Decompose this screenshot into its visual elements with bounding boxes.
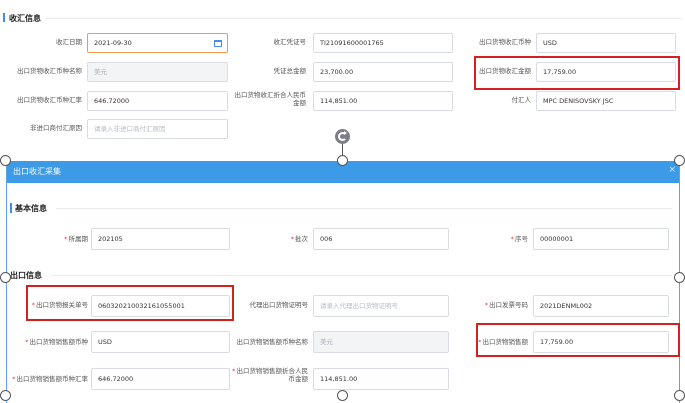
resize-handle-bottom-right[interactable] [674,390,685,401]
close-icon[interactable]: × [668,165,676,175]
sales-currency-name-input: 美元 [313,331,449,353]
export-section-title: 出口信息 [10,271,42,280]
export-receipt-cny-input[interactable]: 114,851.00 [313,91,453,111]
voucher-total-input[interactable]: 23,700.00 [313,62,453,82]
voucher-total-label: 凭证总金额 [273,67,307,75]
sales-rate-label: *出口货物销售额币种汇率 [12,375,88,383]
export-receipt-rate-label: 出口货物收汇币种汇率 [17,96,82,104]
export-receipt-currency-name-input: 美元 [87,62,228,82]
basic-section-title: 基本信息 [15,204,47,213]
export-receipt-cny-label: 出口货物收汇折合人民币金额 [234,91,307,107]
sales-cny-input[interactable]: 114,851.00 [313,368,449,390]
highlight-box-sales-amount [476,323,680,357]
dialog-title: 出口收汇采集 [13,167,61,176]
rotate-icon[interactable] [335,129,350,144]
resize-handle-bottom-center[interactable] [337,390,348,401]
resize-handle-top-right[interactable] [674,155,685,166]
non-import-reason-label: 非进口商付汇原因 [30,124,82,132]
seq-label: *序号 [510,235,528,243]
payer-input[interactable]: MPC DENISOVSKY JSC [536,91,676,111]
resize-handle-mid-left[interactable] [0,272,11,283]
batch-label: *批次 [290,235,308,243]
section-accent-bar [10,203,12,213]
resize-handle-bottom-left[interactable] [0,390,11,401]
invoice-no-input[interactable]: 2021DENML002 [533,295,669,317]
receipt-section-title: 收汇信息 [9,14,41,23]
payer-label: 付汇人 [511,96,532,104]
sales-currency-name-label: 出口货物销售额币种名称 [236,338,309,346]
sales-rate-input[interactable]: 646.72000 [91,368,230,390]
period-label: *所属期 [64,235,88,243]
export-receipt-currency-label: 出口货物收汇币种 [479,38,531,46]
non-import-reason-input[interactable]: 请录入非进口商付汇原因 [87,119,228,139]
receipt-date-value: 2021-09-30 [94,39,132,47]
section-divider [46,18,682,19]
receipt-date-label: 收汇日期 [56,38,82,46]
sales-currency-label: *出口货物销售额币种 [25,338,88,346]
export-receipt-currency-name-label: 出口货物收汇币种名称 [17,67,82,75]
receipt-voucher-label: 收汇凭证号 [273,38,307,46]
highlight-box-receipt-amount [474,56,680,90]
sales-currency-input[interactable]: USD [91,331,230,353]
receipt-date-input[interactable]: 2021-09-30 [87,33,228,53]
resize-handle-mid-right[interactable] [674,272,685,283]
section-divider [56,208,672,209]
resize-handle-top-left[interactable] [0,155,11,166]
agent-cert-input[interactable]: 请录入代理出口货物证明号 [313,295,449,317]
sales-cny-label: *出口货物销售额折合人民币金额 [232,367,308,383]
period-input[interactable]: 202105 [91,228,230,250]
section-divider [52,275,672,276]
agent-cert-label: 代理出口货物证明号 [249,301,309,309]
export-receipt-currency-input[interactable]: USD [536,33,676,53]
invoice-no-label: *出口发票号码 [484,301,528,309]
batch-input[interactable]: 006 [313,228,449,250]
export-receipt-rate-input[interactable]: 646.72000 [87,91,228,111]
resize-handle-top-center[interactable] [337,155,348,166]
seq-input[interactable]: 00000001 [533,228,669,250]
receipt-voucher-input[interactable]: TI21091600001765 [313,33,453,53]
section-accent-bar [3,13,5,22]
export-receipt-dialog: 出口收汇采集 × [6,161,680,403]
highlight-box-customs-decl [26,285,234,321]
calendar-icon[interactable] [214,39,222,47]
